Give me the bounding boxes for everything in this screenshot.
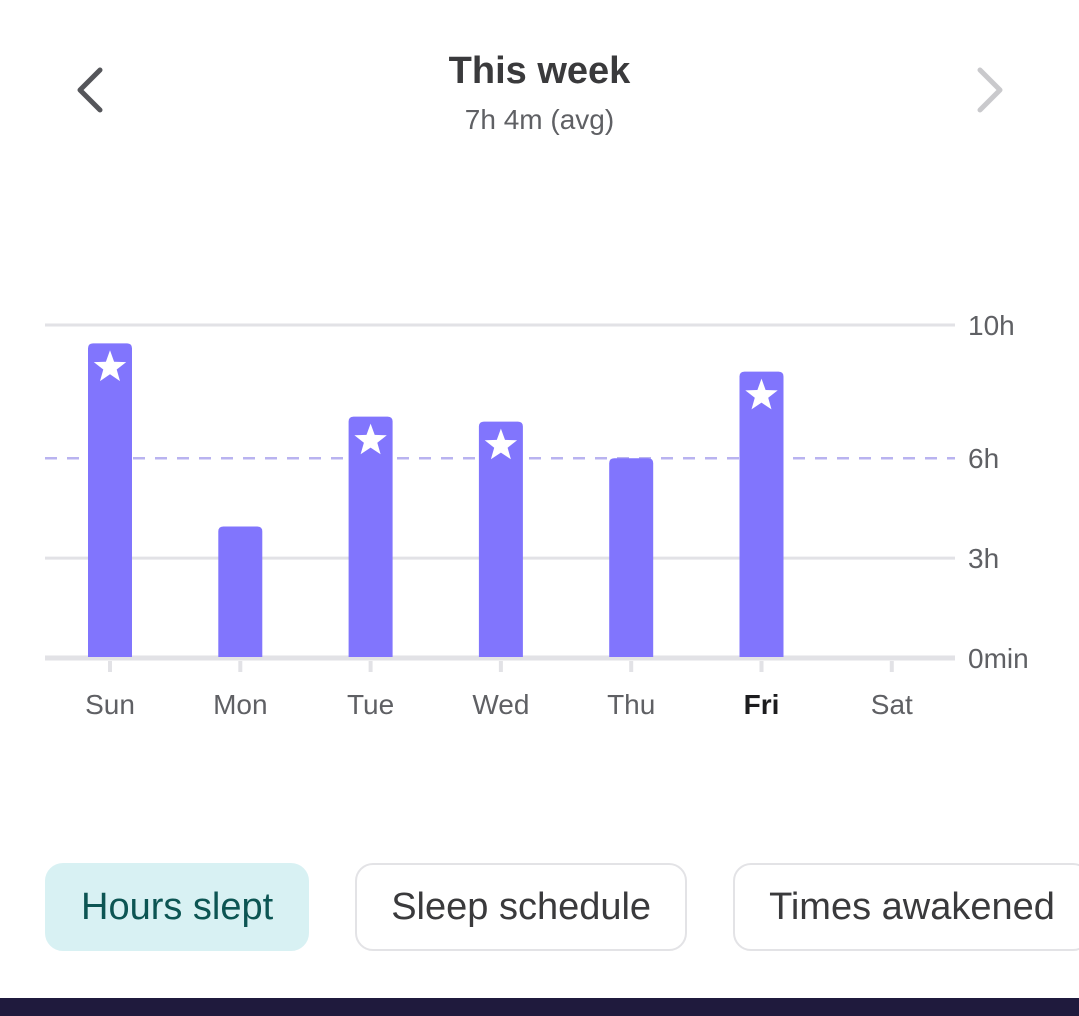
- day-label-fri: Fri: [744, 689, 780, 720]
- day-label-sun: Sun: [85, 689, 135, 720]
- y-tick-label: 3h: [968, 543, 999, 574]
- metric-chips: Hours slept Sleep schedule Times awakened: [45, 863, 1079, 951]
- bar-sun: [88, 343, 132, 657]
- bottom-navigation-bar: [0, 998, 1079, 1016]
- bar-mon: [218, 526, 263, 657]
- y-tick-label: 10h: [968, 310, 1015, 341]
- y-tick-label: 6h: [968, 443, 999, 474]
- bar-wed: [478, 421, 523, 657]
- day-label-mon: Mon: [213, 689, 267, 720]
- day-label-sat: Sat: [871, 689, 913, 720]
- bar-tue: [348, 416, 393, 657]
- page-title: This week: [448, 50, 631, 92]
- day-label-thu: Thu: [607, 689, 655, 720]
- bar-thu: [609, 458, 654, 657]
- chip-sleep-schedule[interactable]: Sleep schedule: [355, 863, 688, 951]
- average-sleep: 7h 4m (avg): [464, 104, 615, 135]
- day-label-tue: Tue: [347, 689, 394, 720]
- bar-fri: [739, 371, 784, 657]
- sleep-bar-chart: 0min 3h 6h 10h Sun Mon Tue Wed Thu Fri Sat: [45, 310, 1029, 720]
- chip-hours-slept[interactable]: Hours slept: [45, 863, 310, 951]
- day-label-wed: Wed: [472, 689, 529, 720]
- chevron-right-icon: [977, 67, 1003, 113]
- next-week-button[interactable]: [960, 60, 1020, 120]
- chip-times-awakened[interactable]: Times awakened: [733, 863, 1079, 951]
- y-tick-label: 0min: [968, 643, 1029, 674]
